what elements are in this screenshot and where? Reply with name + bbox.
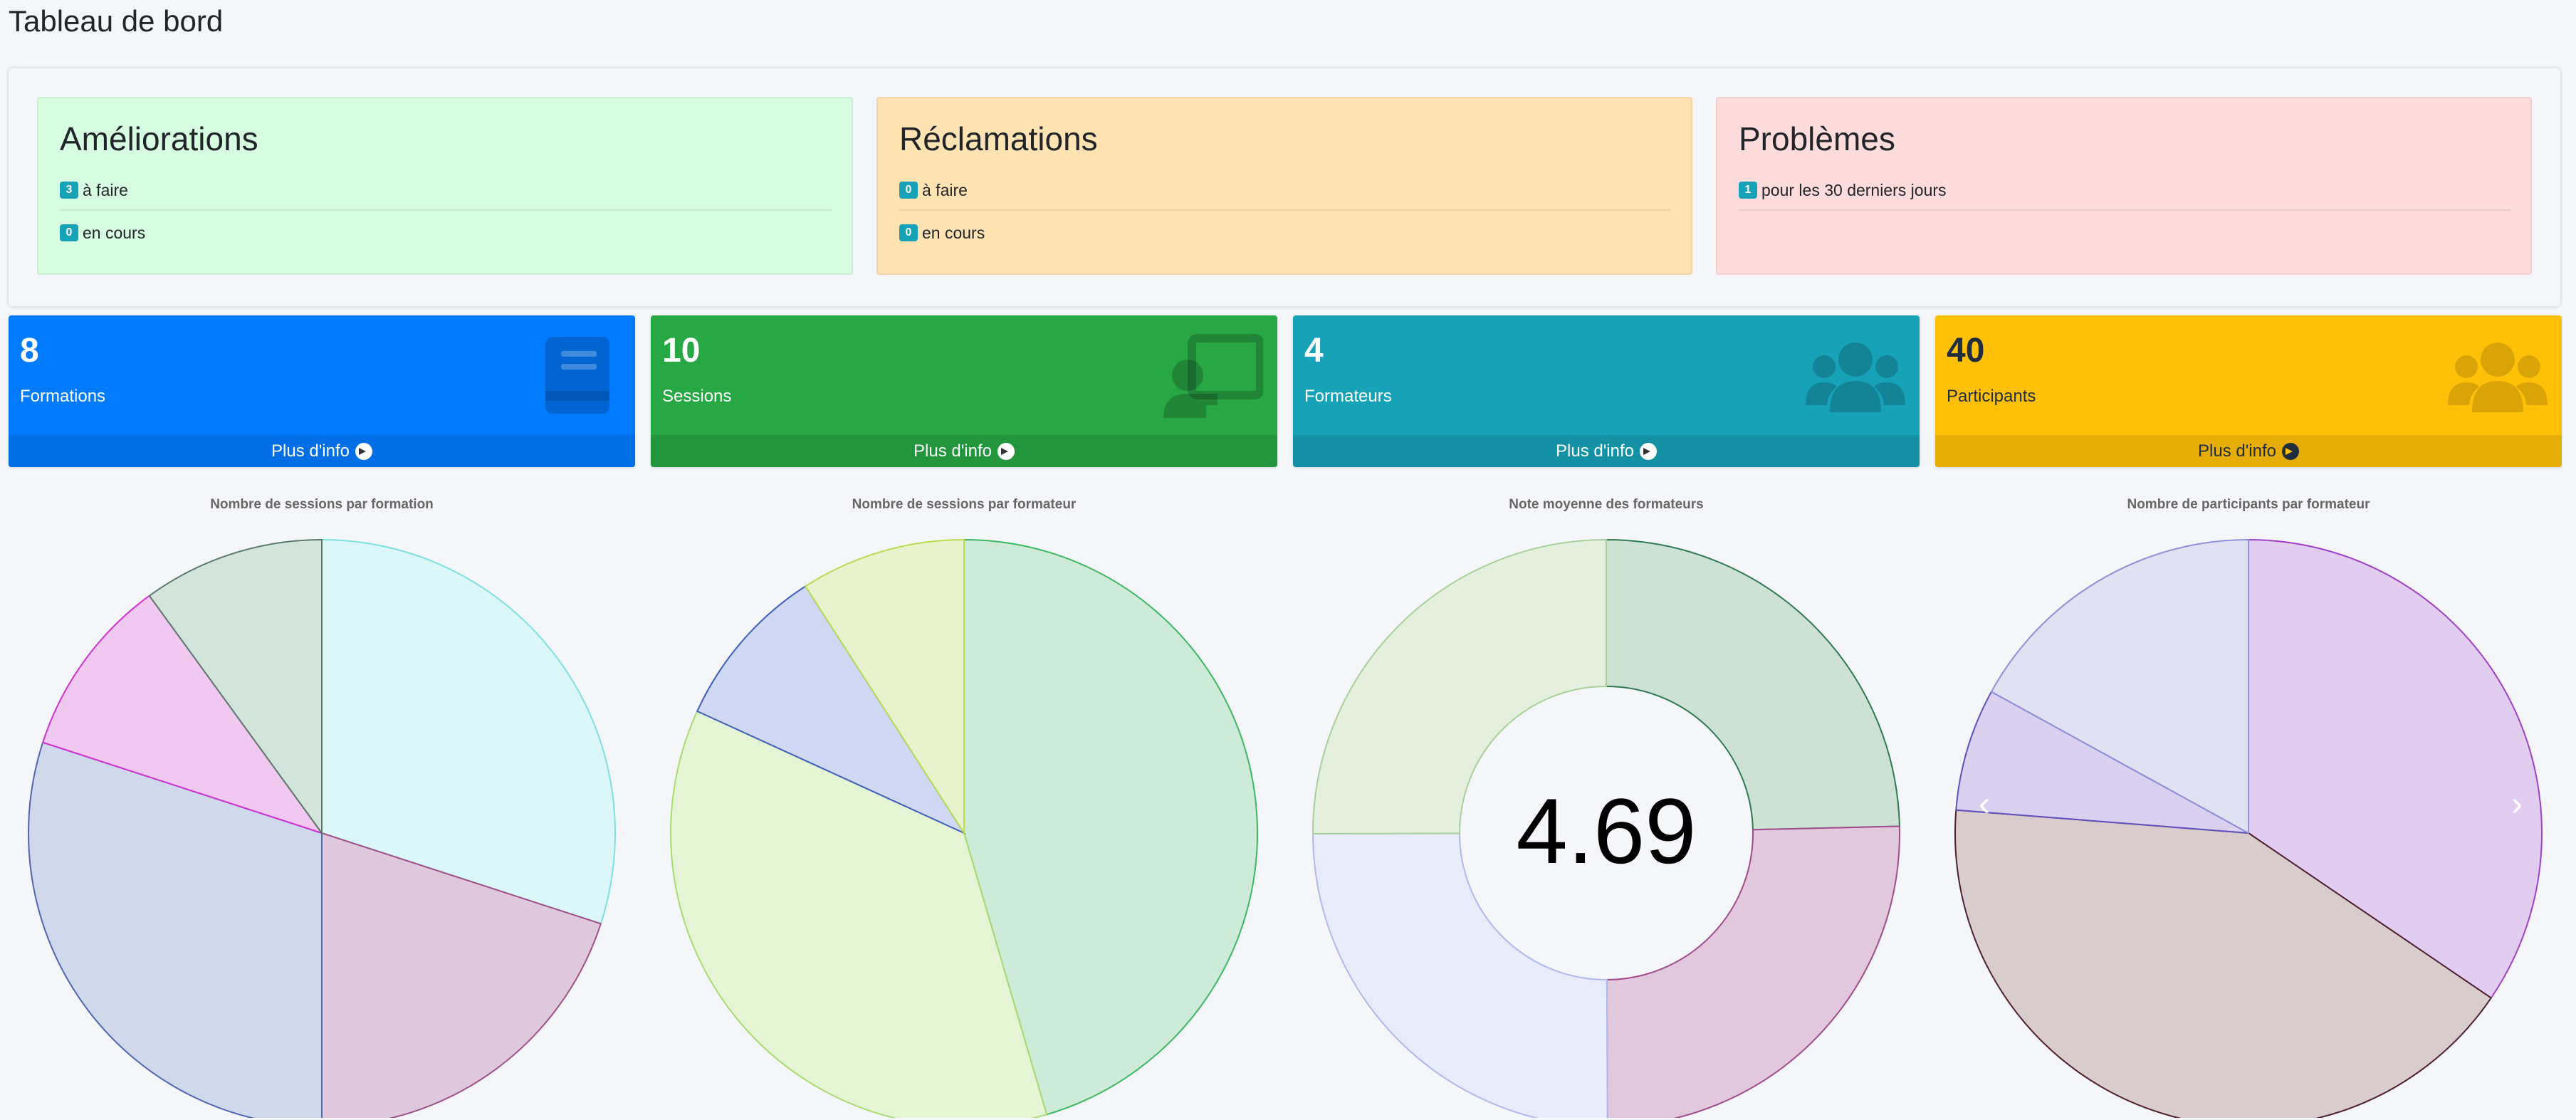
chart-sessions-per-trainer: Nombre de sessions par formateur [651, 491, 1277, 1120]
more-info-link[interactable]: Plus d'info [1293, 435, 1920, 467]
more-info-label: Plus d'info [913, 441, 992, 461]
status-box-title: Améliorations [60, 120, 258, 157]
box-label: Formations [20, 387, 106, 406]
chart-canvas: 4.69 [1311, 538, 1900, 1118]
users-icon [2448, 342, 2548, 412]
box-count: 10 [662, 332, 701, 370]
chart-canvas [670, 538, 1258, 1118]
carousel-prev-icon[interactable]: ‹ [1974, 783, 1995, 826]
more-info-link[interactable]: Plus d'info [651, 435, 1277, 467]
formateurs-box: 4 Formateurs Plus d'info [1293, 315, 1920, 467]
arrow-circle-right-icon [2281, 442, 2299, 460]
arrow-circle-right-icon [997, 442, 1015, 460]
more-info-link[interactable]: Plus d'info [1935, 435, 2562, 467]
count-badge: 0 [60, 224, 78, 241]
box-count: 8 [20, 332, 39, 370]
reclamations-box: Réclamations 0 à faire 0 en cours [876, 97, 1692, 275]
formations-box: 8 Formations Plus d'info [9, 315, 635, 467]
more-info-label: Plus d'info [271, 441, 350, 461]
count-badge: 0 [899, 182, 918, 199]
chart-canvas [1954, 538, 2543, 1118]
arrow-circle-right-icon [1639, 442, 1657, 460]
status-row: 1 pour les 30 derniers jours [1739, 171, 2510, 211]
more-info-label: Plus d'info [1556, 441, 1634, 461]
book-icon [545, 337, 609, 414]
chart-participants-per-trainer: Nombre de participants par formateur [1935, 491, 2562, 1120]
status-row-text: à faire [922, 180, 968, 199]
users-icon [1806, 342, 1905, 412]
status-row: 3 à faire [60, 171, 832, 211]
status-row-text: en cours [83, 223, 146, 242]
status-panel: Améliorations 3 à faire 0 en cours Récla… [9, 68, 2560, 306]
chart-title: Nombre de sessions par formateur [852, 497, 1077, 512]
chart-title: Nombre de sessions par formation [210, 497, 434, 512]
status-row: 0 en cours [899, 214, 1671, 252]
chalkboard-teacher-icon [1163, 334, 1263, 418]
more-info-link[interactable]: Plus d'info [9, 435, 635, 467]
status-box-title: Réclamations [899, 120, 1098, 157]
status-row-text: à faire [83, 180, 128, 199]
participants-box: 40 Participants Plus d'info [1935, 315, 2562, 467]
status-row: 0 en cours [60, 214, 832, 252]
more-info-label: Plus d'info [2198, 441, 2276, 461]
box-count: 4 [1304, 332, 1324, 370]
chart-average-rating: Note moyenne des formateurs 4.69 [1293, 491, 1920, 1120]
count-badge: 0 [899, 224, 918, 241]
chart-sessions-per-formation: Nombre de sessions par formation [9, 491, 635, 1120]
problemes-box: Problèmes 1 pour les 30 derniers jours [1716, 97, 2532, 275]
box-label: Participants [1947, 387, 2036, 406]
sessions-box: 10 Sessions Plus d'info [651, 315, 1277, 467]
ameliorations-box: Améliorations 3 à faire 0 en cours [37, 97, 853, 275]
page-title: Tableau de bord [9, 4, 224, 38]
box-count: 40 [1947, 332, 1985, 370]
chart-canvas [28, 538, 616, 1118]
carousel-next-icon[interactable]: › [2506, 783, 2528, 826]
box-label: Sessions [662, 387, 732, 406]
status-box-title: Problèmes [1739, 120, 1895, 157]
status-row: 0 à faire [899, 171, 1671, 211]
count-badge: 3 [60, 182, 78, 199]
status-row-text: pour les 30 derniers jours [1761, 180, 1947, 199]
chart-title: Note moyenne des formateurs [1509, 497, 1704, 512]
center-value: 4.69 [1516, 779, 1696, 883]
arrow-circle-right-icon [355, 442, 372, 460]
chart-title: Nombre de participants par formateur [2127, 497, 2370, 512]
status-row-text: en cours [922, 223, 985, 242]
box-label: Formateurs [1304, 387, 1392, 406]
count-badge: 1 [1739, 182, 1757, 199]
